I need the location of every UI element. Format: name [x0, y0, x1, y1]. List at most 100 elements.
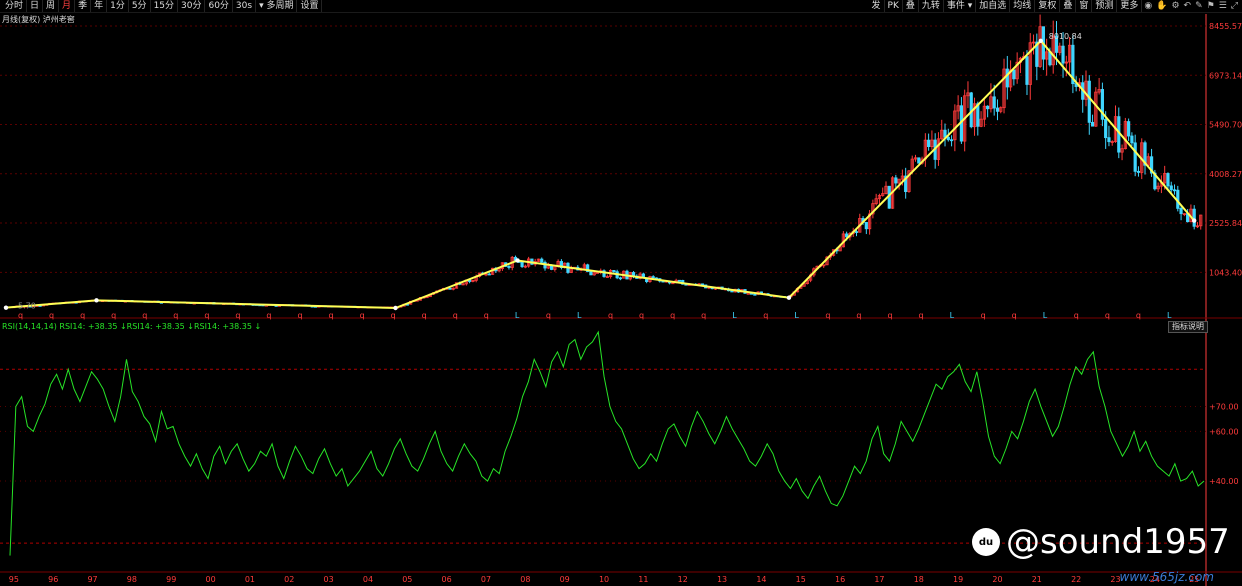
year-tick-label: 99: [166, 575, 176, 584]
candle-body: [1130, 135, 1134, 144]
year-tick-label: 06: [442, 575, 452, 584]
candle-body: [1104, 118, 1108, 139]
candle-body: [507, 266, 511, 268]
year-tick-label: 16: [835, 575, 845, 584]
year-tick-label: 01: [245, 575, 255, 584]
trend-vertex: [94, 298, 99, 303]
candlestick-chart[interactable]: 8455.57 6973.14 5490.70 4008.27 2525.84 1043.…: [0, 0, 1242, 586]
trend-vertex: [393, 305, 398, 311]
year-tick-label: 08: [520, 575, 530, 584]
candle-body: [946, 136, 950, 141]
candle-body: [949, 139, 954, 142]
candle-body: [917, 157, 921, 164]
candle-body: [995, 107, 1000, 112]
candle-body: [1090, 121, 1095, 127]
candle-body: [1087, 80, 1091, 123]
signal-marker: q: [546, 311, 551, 320]
signal-marker: L: [515, 311, 520, 320]
signal-marker: q: [919, 311, 924, 320]
signal-marker: q: [825, 311, 830, 320]
candle-body: [589, 271, 593, 276]
trend-vertex: [515, 258, 520, 263]
watermark-text: @sound1957: [1006, 522, 1230, 562]
signal-marker: q: [1136, 311, 1141, 320]
rsi-tick-label: +40.00: [1209, 477, 1239, 486]
year-tick-label: 07: [481, 575, 491, 584]
signal-marker: q: [173, 311, 178, 320]
rsi-tick-label: +60.00: [1209, 427, 1239, 436]
signal-marker: q: [18, 311, 23, 320]
year-tick-label: 04: [363, 575, 373, 584]
price-tick-label: 8455.57: [1209, 22, 1242, 31]
site-watermark: www.565jz.com: [1119, 570, 1214, 584]
year-tick-label: 12: [678, 575, 688, 584]
year-tick-label: 11: [638, 575, 648, 584]
signal-marker: q: [329, 311, 334, 320]
candle-body: [1172, 189, 1177, 192]
signal-marker: q: [235, 311, 240, 320]
candle-body: [1127, 121, 1131, 137]
trend-vertex: [1038, 38, 1043, 43]
signal-marker: q: [453, 311, 458, 320]
candle-body: [1136, 170, 1141, 173]
candle-body: [520, 261, 524, 267]
signal-marker: L: [1043, 311, 1048, 320]
signal-marker: q: [142, 311, 147, 320]
indicator-help-button[interactable]: 指标说明: [1168, 321, 1208, 333]
trend-vertex: [3, 305, 9, 310]
year-tick-label: 18: [914, 575, 924, 584]
signal-marker: q: [360, 311, 365, 320]
candle-body: [1005, 68, 1009, 88]
signal-marker: q: [608, 311, 613, 320]
candle-body: [854, 231, 859, 233]
candle-body: [651, 276, 655, 279]
candle-body: [1107, 137, 1111, 143]
year-tick-label: 09: [560, 575, 570, 584]
signal-marker: q: [391, 311, 396, 320]
candle-body: [448, 287, 452, 290]
signal-marker: q: [111, 311, 116, 320]
signal-marker: q: [1074, 311, 1079, 320]
candle-body: [1179, 207, 1183, 215]
year-tick-label: 14: [756, 575, 766, 584]
candle-body: [618, 277, 623, 280]
candle-body: [746, 292, 750, 295]
year-tick-label: 19: [953, 575, 963, 584]
candle-body: [864, 222, 868, 230]
trend-line: [5, 39, 1195, 310]
year-tick-label: 10: [599, 575, 609, 584]
watermark: du @sound1957: [972, 522, 1230, 562]
signal-marker: q: [670, 311, 675, 320]
rsi-tick-label: +70.00: [1209, 403, 1239, 412]
candle-body: [1192, 208, 1196, 227]
year-tick-label: 15: [796, 575, 806, 584]
signal-marker: q: [981, 311, 986, 320]
price-tick-label: 6973.14: [1209, 71, 1242, 80]
signal-marker: q: [422, 311, 427, 320]
signal-marker: q: [1012, 311, 1017, 320]
candle-body: [540, 258, 544, 263]
signal-marker: q: [887, 311, 892, 320]
candle-body: [1012, 69, 1016, 80]
candle-body: [1166, 173, 1170, 187]
candle-body: [753, 293, 757, 296]
candle-body: [1025, 56, 1029, 85]
price-tick-label: 4008.27: [1209, 170, 1242, 179]
price-tick-label: 1043.40: [1209, 268, 1242, 277]
candle-body: [986, 105, 990, 110]
price-tick-label: 2525.84: [1209, 219, 1242, 228]
signal-marker: q: [856, 311, 861, 320]
signal-marker: q: [266, 311, 271, 320]
signal-marker: q: [701, 311, 706, 320]
signal-marker: L: [1167, 311, 1172, 320]
year-tick-label: 21: [1032, 575, 1042, 584]
candle-body: [1133, 142, 1137, 172]
trend-vertex: [1191, 218, 1197, 223]
signal-marker: q: [297, 311, 302, 320]
peak-label: 8010.84: [1049, 32, 1082, 41]
candle-body: [487, 273, 491, 276]
year-tick-label: 95: [9, 575, 19, 584]
year-tick-label: 98: [127, 575, 137, 584]
signal-marker: L: [950, 311, 955, 320]
year-tick-label: 03: [324, 575, 334, 584]
